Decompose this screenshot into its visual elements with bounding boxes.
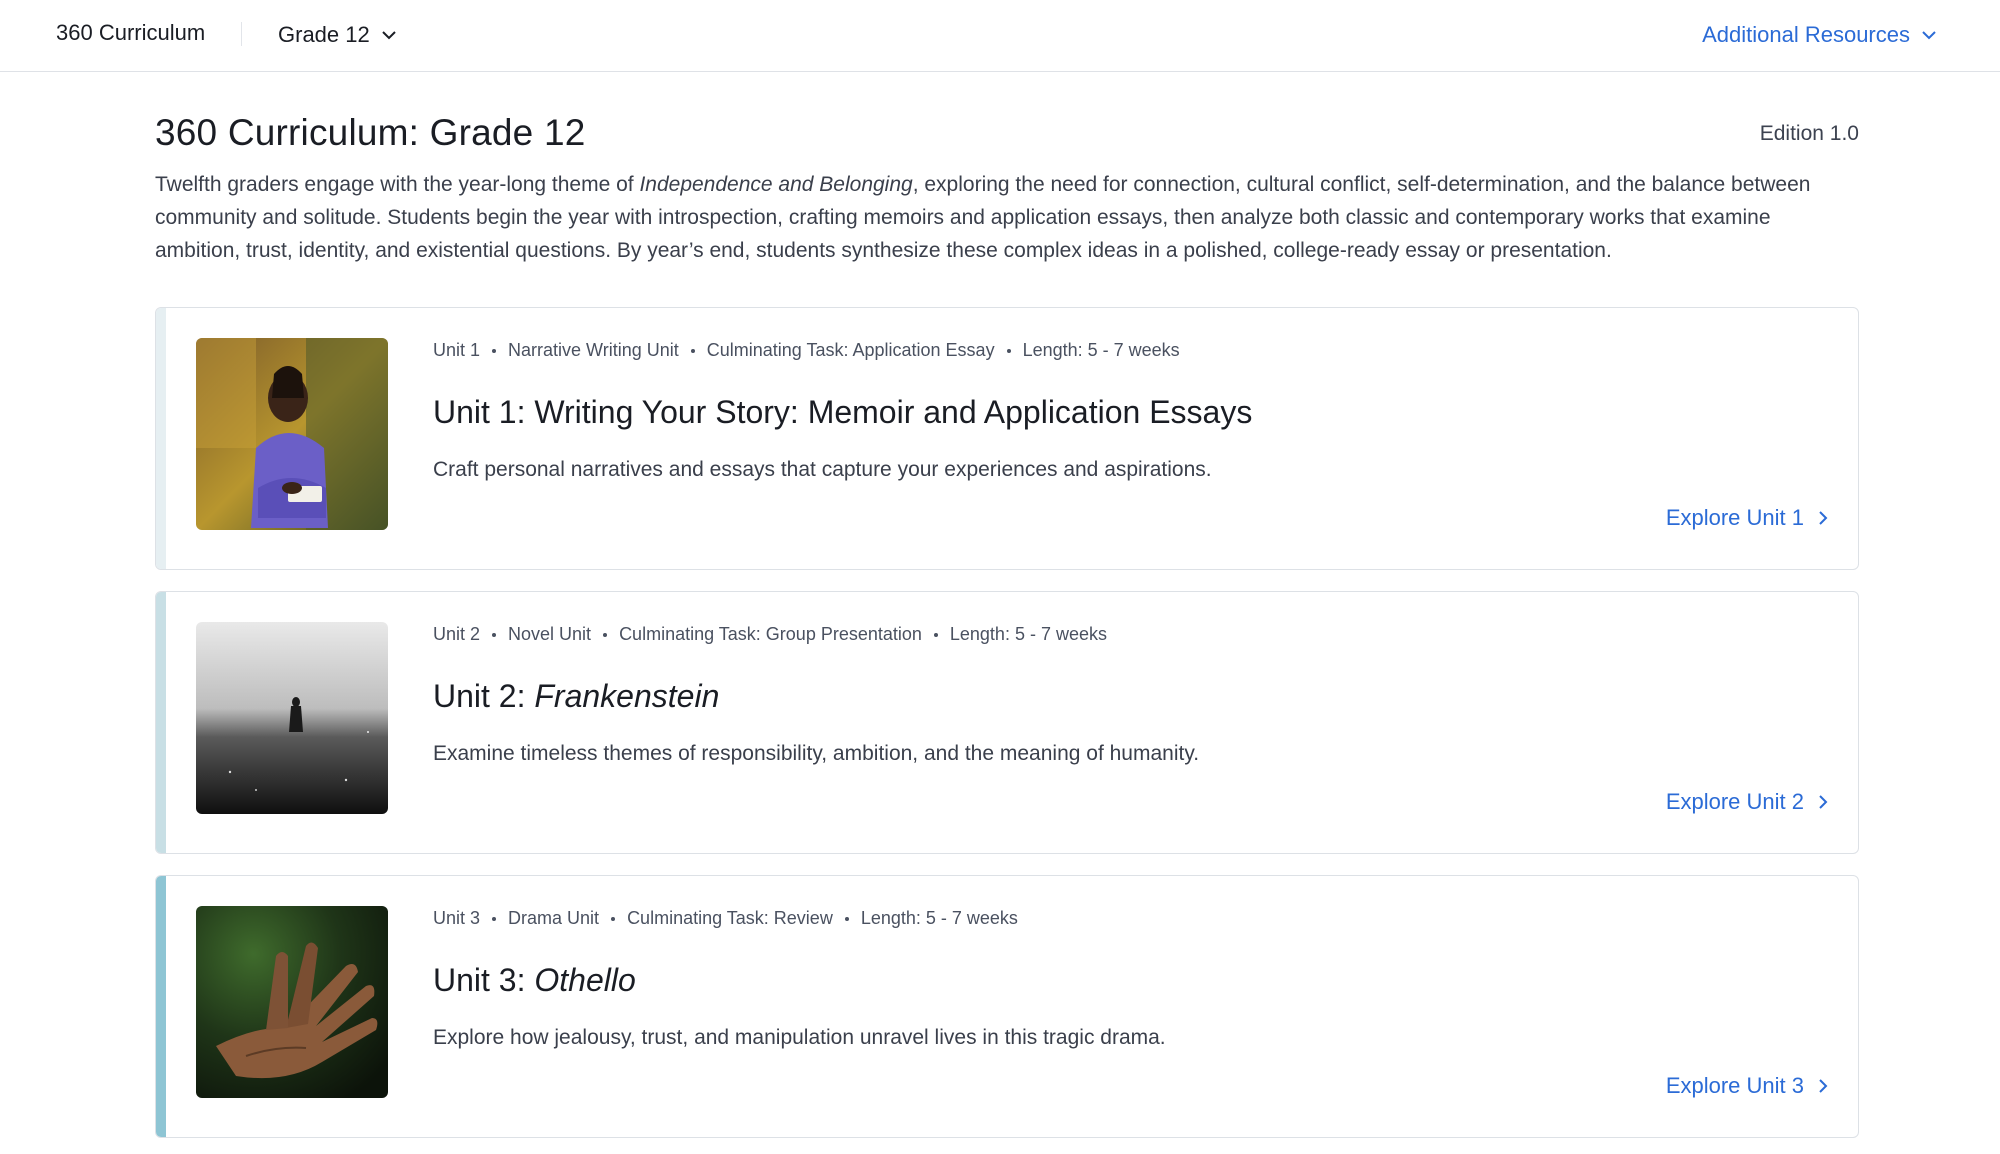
intro-text-start: Twelfth graders engage with the year-lon… bbox=[155, 173, 640, 196]
unit-type: Novel Unit bbox=[508, 624, 592, 644]
unit-accent-bar bbox=[156, 876, 166, 1137]
brand-title[interactable]: 360 Curriculum bbox=[56, 20, 205, 46]
unit-accent-bar bbox=[156, 308, 166, 569]
grade-select[interactable]: Grade 12 bbox=[278, 18, 398, 52]
top-nav: 360 Curriculum Grade 12 Additional Resou… bbox=[0, 0, 2000, 72]
unit-title: Unit 3: Othello bbox=[433, 962, 636, 999]
unit-meta: Unit 3 Drama Unit Culminating Task: Revi… bbox=[433, 908, 1018, 929]
separator-dot bbox=[492, 916, 497, 921]
separator-dot bbox=[611, 916, 616, 921]
chevron-right-icon bbox=[1819, 511, 1828, 525]
unit-description: Explore how jealousy, trust, and manipul… bbox=[433, 1026, 1166, 1049]
separator-dot bbox=[603, 632, 608, 637]
unit-description: Examine timeless themes of responsibilit… bbox=[433, 742, 1200, 765]
nav-divider bbox=[241, 22, 242, 46]
unit-meta: Unit 1 Narrative Writing Unit Culminatin… bbox=[433, 340, 1180, 361]
explore-unit-1-link[interactable]: Explore Unit 1 bbox=[1666, 505, 1828, 531]
unit-meta: Unit 2 Novel Unit Culminating Task: Grou… bbox=[433, 624, 1107, 645]
intro-theme: Independence and Belonging bbox=[639, 173, 913, 196]
chevron-right-icon bbox=[1819, 795, 1828, 809]
explore-link-label: Explore Unit 1 bbox=[1665, 505, 1804, 530]
unit-number: Unit 3 bbox=[433, 908, 481, 928]
unit-culminating-task: Culminating Task: Application Essay bbox=[706, 340, 995, 360]
separator-dot bbox=[1006, 348, 1011, 353]
unit-title-italic: Frankenstein bbox=[534, 678, 720, 714]
unit-image-open-hand bbox=[196, 906, 388, 1098]
chevron-down-icon bbox=[382, 31, 396, 40]
unit-description: Craft personal narratives and essays tha… bbox=[433, 458, 1212, 481]
additional-resources-label: Additional Resources bbox=[1702, 22, 1910, 47]
unit-image-student-writing bbox=[196, 338, 388, 530]
chevron-right-icon bbox=[1819, 1079, 1828, 1093]
page-title: 360 Curriculum: Grade 12 bbox=[155, 112, 586, 153]
additional-resources-menu[interactable]: Additional Resources bbox=[1702, 18, 1938, 52]
unit-title: Unit 1: Writing Your Story: Memoir and A… bbox=[433, 394, 1252, 431]
unit-type: Drama Unit bbox=[508, 908, 600, 928]
unit-image-figure-in-fog bbox=[196, 622, 388, 814]
explore-link-label: Explore Unit 3 bbox=[1665, 1073, 1804, 1098]
unit-title-text: Unit 1: Writing Your Story: Memoir and A… bbox=[433, 394, 1253, 430]
unit-title-italic: Othello bbox=[534, 962, 636, 998]
unit-title-text: Unit 3: bbox=[433, 962, 535, 998]
curriculum-intro: Twelfth graders engage with the year-lon… bbox=[155, 168, 1855, 267]
edition-label: Edition 1.0 bbox=[1759, 122, 1859, 145]
explore-link-label: Explore Unit 2 bbox=[1665, 789, 1804, 814]
unit-culminating-task: Culminating Task: Group Presentation bbox=[619, 624, 922, 644]
unit-length: Length: 5 - 7 weeks bbox=[949, 624, 1107, 644]
unit-card-3[interactable]: Unit 3 Drama Unit Culminating Task: Revi… bbox=[155, 875, 1859, 1138]
grade-select-label: Grade 12 bbox=[278, 22, 370, 47]
separator-dot bbox=[844, 916, 849, 921]
explore-unit-3-link[interactable]: Explore Unit 3 bbox=[1666, 1073, 1828, 1099]
unit-accent-bar bbox=[156, 592, 166, 853]
unit-culminating-task: Culminating Task: Review bbox=[627, 908, 833, 928]
unit-length: Length: 5 - 7 weeks bbox=[1022, 340, 1180, 360]
unit-type: Narrative Writing Unit bbox=[508, 340, 679, 360]
chevron-down-icon bbox=[1922, 31, 1936, 40]
unit-title-text: Unit 2: bbox=[433, 678, 535, 714]
explore-unit-2-link[interactable]: Explore Unit 2 bbox=[1666, 789, 1828, 815]
separator-dot bbox=[933, 632, 938, 637]
separator-dot bbox=[492, 632, 497, 637]
unit-length: Length: 5 - 7 weeks bbox=[860, 908, 1018, 928]
separator-dot bbox=[492, 348, 497, 353]
unit-title: Unit 2: Frankenstein bbox=[433, 678, 719, 715]
unit-number: Unit 2 bbox=[433, 624, 481, 644]
separator-dot bbox=[690, 348, 695, 353]
unit-card-1[interactable]: Unit 1 Narrative Writing Unit Culminatin… bbox=[155, 307, 1859, 570]
unit-card-2[interactable]: Unit 2 Novel Unit Culminating Task: Grou… bbox=[155, 591, 1859, 854]
unit-number: Unit 1 bbox=[433, 340, 481, 360]
